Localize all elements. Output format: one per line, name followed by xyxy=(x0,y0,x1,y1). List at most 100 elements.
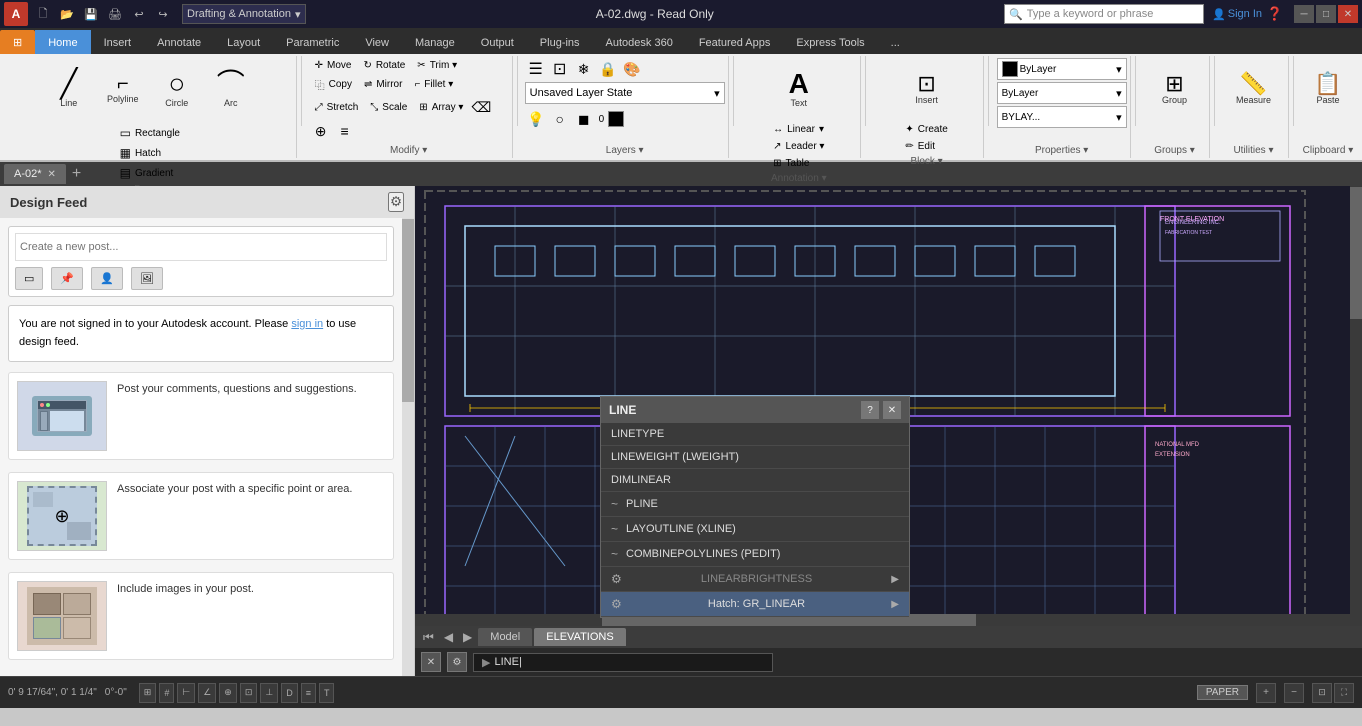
tab-home[interactable]: Home xyxy=(35,30,90,54)
text-btn[interactable]: A Text xyxy=(773,58,825,120)
tab-output[interactable]: Output xyxy=(468,30,527,54)
feed-image-btn[interactable]: 🖼 xyxy=(131,267,163,290)
open-btn[interactable]: 📂 xyxy=(56,3,78,25)
viewport-btn[interactable]: ⊡ xyxy=(1312,683,1332,703)
create-block-btn[interactable]: ✦ Create xyxy=(900,122,952,137)
layout-tab-model[interactable]: Model xyxy=(478,628,532,646)
edit-block-btn[interactable]: ✏ Edit xyxy=(900,139,952,154)
color-dropdown[interactable]: ByLayer ▾ xyxy=(997,58,1127,80)
ac-item-lineweight[interactable]: LINEWEIGHT (LWEIGHT) xyxy=(601,446,909,469)
group-btn[interactable]: ⊞ Group xyxy=(1148,58,1200,120)
redo-btn[interactable]: ↪ xyxy=(152,3,174,25)
tab-annotate[interactable]: Annotate xyxy=(144,30,214,54)
maximize-btn[interactable]: □ xyxy=(1316,5,1336,23)
doc-tab-a02[interactable]: A-02* ✕ xyxy=(4,164,66,184)
osnap-toggle[interactable]: ⊕ xyxy=(219,683,237,703)
drawing-vscrollbar[interactable] xyxy=(1350,186,1362,626)
feed-post-input[interactable] xyxy=(15,233,387,261)
layout-tab-elevations[interactable]: ELEVATIONS xyxy=(534,628,625,646)
polar-toggle[interactable]: ∠ xyxy=(198,683,216,703)
trim-btn[interactable]: ✂ Trim ▾ xyxy=(412,58,462,73)
layers-panel-btn[interactable]: ☰ xyxy=(525,58,547,80)
new-btn[interactable]: 🗋 xyxy=(32,3,54,25)
fillet-btn[interactable]: ⌐ Fillet ▾ xyxy=(409,75,458,94)
insert-btn[interactable]: ⊡ Insert xyxy=(901,58,953,120)
grid-toggle[interactable]: # xyxy=(159,683,174,703)
leader-btn[interactable]: ↗ Leader ▾ xyxy=(768,139,829,154)
ac-close-btn[interactable]: ✕ xyxy=(883,401,901,419)
ac-item-layoutline[interactable]: ~ LAYOUTLINE (XLINE) xyxy=(601,517,909,542)
layer-freeze-btn[interactable]: ❄ xyxy=(573,58,595,80)
workspace-dropdown[interactable]: Drafting & Annotation ▾ xyxy=(182,4,306,24)
polyline-btn[interactable]: ⌐ Polyline xyxy=(97,58,149,120)
ducs-toggle[interactable]: ⊥ xyxy=(260,683,278,703)
array-btn[interactable]: ⊞ Array ▾ xyxy=(414,96,468,118)
ac-item-dimlinear[interactable]: DIMLINEAR xyxy=(601,469,909,492)
copy-btn[interactable]: ⿻Copy xyxy=(310,75,357,94)
command-line-input[interactable]: ▶ LINE | xyxy=(473,653,773,672)
measure-btn[interactable]: 📏 Measure xyxy=(1227,58,1279,120)
color-swatch[interactable] xyxy=(608,111,624,127)
layer-color2-btn[interactable]: ◼ xyxy=(573,108,595,130)
tab-express[interactable]: Express Tools xyxy=(783,30,877,54)
close-btn[interactable]: ✕ xyxy=(1338,5,1358,23)
cmd-close-btn[interactable]: ✕ xyxy=(421,652,441,672)
help-btn[interactable]: ❓ xyxy=(1264,3,1286,25)
tab-autodesk360[interactable]: Autodesk 360 xyxy=(593,30,686,54)
zoom-in-status[interactable]: + xyxy=(1256,683,1276,703)
tab-more[interactable]: ... xyxy=(878,30,913,54)
rectangle-btn[interactable]: ▭ Rectangle xyxy=(115,124,185,142)
layer-color-btn[interactable]: 🎨 xyxy=(621,58,643,80)
ac-item-hatch-gr-linear[interactable]: ⚙ Hatch: GR_LINEAR ▶ xyxy=(601,592,909,617)
fullscreen-btn[interactable]: ⛶ xyxy=(1334,683,1354,703)
save-btn[interactable]: 💾 xyxy=(80,3,102,25)
lineweight-dropdown[interactable]: BYLAY... ▾ xyxy=(997,106,1127,128)
new-doc-btn[interactable]: + xyxy=(66,165,87,183)
explode-btn[interactable]: ⊕ xyxy=(310,120,332,142)
linear-btn[interactable]: ↔Linear ▾ xyxy=(768,122,829,137)
layer-on-btn[interactable]: 💡 xyxy=(525,108,547,130)
ac-item-linearbrightness[interactable]: ⚙ LINEARBRIGHTNESS ▶ xyxy=(601,567,909,592)
tab-application[interactable]: ⊞ xyxy=(0,30,35,54)
drawing-area[interactable]: FRONT ELEVATION xyxy=(415,186,1362,676)
layer-state-btn[interactable]: ⊡ xyxy=(549,58,571,80)
feed-person-btn[interactable]: 👤 xyxy=(91,267,123,290)
layer-lock-btn[interactable]: 🔒 xyxy=(597,58,619,80)
undo-btn[interactable]: ↩ xyxy=(128,3,150,25)
doc-tab-close[interactable]: ✕ xyxy=(48,169,56,180)
tab-manage[interactable]: Manage xyxy=(402,30,468,54)
dyn-toggle[interactable]: D xyxy=(281,683,298,703)
gradient-btn[interactable]: ▤ Gradient xyxy=(115,164,185,182)
stretch-btn[interactable]: ⤢ Stretch xyxy=(310,96,364,118)
layer-off-btn[interactable]: ○ xyxy=(549,108,571,130)
signin-link[interactable]: sign in xyxy=(291,318,323,330)
minimize-btn[interactable]: ─ xyxy=(1294,5,1314,23)
linetype-dropdown[interactable]: ByLayer ▾ xyxy=(997,82,1127,104)
table-btn[interactable]: ⊞Table xyxy=(768,156,829,171)
arc-btn[interactable]: ⌒ Arc xyxy=(205,58,257,120)
sidebar-scrollbar[interactable] xyxy=(402,218,414,676)
ac-item-linetype[interactable]: LINETYPE xyxy=(601,423,909,446)
tab-layout[interactable]: Layout xyxy=(214,30,273,54)
scale-btn[interactable]: ⤡ Scale xyxy=(365,96,412,118)
snap-toggle[interactable]: ⊞ xyxy=(139,683,157,703)
print-btn[interactable]: 🖨 xyxy=(104,3,126,25)
line-btn[interactable]: ╱ Line xyxy=(43,58,95,120)
layout-nav-next[interactable]: ▶ xyxy=(459,628,476,646)
offset-btn[interactable]: ≡ xyxy=(334,120,356,142)
mirror-btn[interactable]: ⇌ Mirror xyxy=(359,75,408,94)
search-box[interactable]: 🔍 Type a keyword or phrase xyxy=(1004,4,1204,24)
layout-nav-prev[interactable]: ◀ xyxy=(440,628,457,646)
layer-dropdown[interactable]: Unsaved Layer State ▾ xyxy=(525,82,725,104)
erase-btn[interactable]: ⌫ xyxy=(470,96,492,118)
ac-help-btn[interactable]: ? xyxy=(861,401,879,419)
tab-featured[interactable]: Featured Apps xyxy=(686,30,784,54)
zoom-out-status[interactable]: − xyxy=(1284,683,1304,703)
lw-toggle[interactable]: ≡ xyxy=(301,683,316,703)
paste-btn[interactable]: 📋 Paste xyxy=(1302,58,1354,120)
ac-item-pline[interactable]: ~ PLINE xyxy=(601,492,909,517)
tab-parametric[interactable]: Parametric xyxy=(273,30,352,54)
tab-view[interactable]: View xyxy=(352,30,402,54)
ortho-toggle[interactable]: ⊢ xyxy=(177,683,195,703)
tab-plugins[interactable]: Plug-ins xyxy=(527,30,593,54)
